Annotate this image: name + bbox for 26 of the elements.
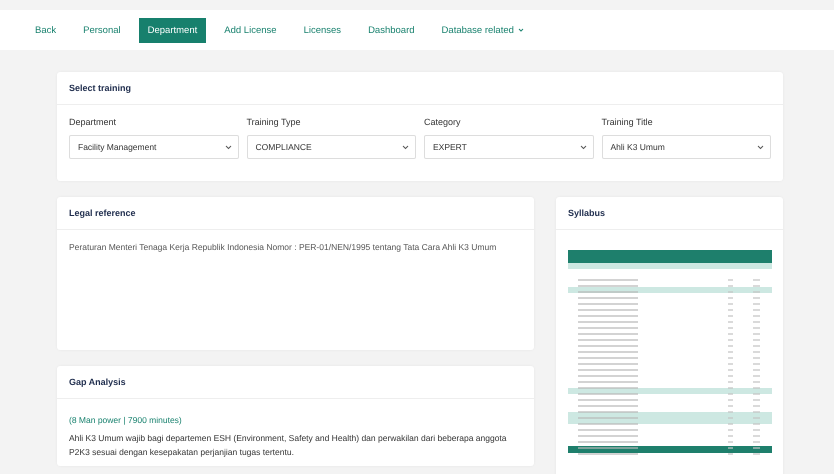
card-title: Legal reference [57,197,534,230]
nav-tab[interactable]: Database related [432,18,533,42]
legal-text: Peraturan Menteri Tenaga Kerja Republik Indonesia Nomor : PER-01/NEN/1995 tentang Tata Cara Ahli K3 Umum [69,242,498,252]
nav-tab[interactable]: Personal [74,18,130,42]
nav-tab[interactable]: Department [138,18,206,42]
gap-summary: (8 Man power | 7900 minutes) [69,415,183,425]
select-field[interactable]: Facility Management [69,135,238,159]
nav-tab[interactable]: Dashboard [359,18,424,42]
caret-icon [402,144,409,150]
select-field[interactable]: COMPLIANCE [246,135,416,159]
field-label: Training Type [246,117,302,127]
field-label: Training Title [602,117,654,127]
select-field[interactable]: EXPERT [424,135,594,159]
caret-icon [224,144,232,150]
card-title: Syllabus [556,197,783,230]
caret-icon [580,144,586,150]
nav-tab[interactable]: Add License [215,18,286,42]
field-label: Category [424,117,462,127]
nav-tab[interactable]: Licenses [294,18,350,42]
select-field[interactable]: Ahli K3 Umum [602,135,771,159]
card-title: Gap Analysis [57,366,534,399]
card-title: Select training [57,72,783,105]
gap-text: Ahli K3 Umum wajib bagi departemen ESH (Environment, Safety and Health) dan perwakilan dari beberapa anggota P2K3 sesuai dengan kesepakatan perjanjian tugas tertentu. [69,432,508,460]
nav-tab[interactable]: Back [26,18,66,42]
field-label: Department [69,117,118,127]
caret-icon [757,144,764,150]
